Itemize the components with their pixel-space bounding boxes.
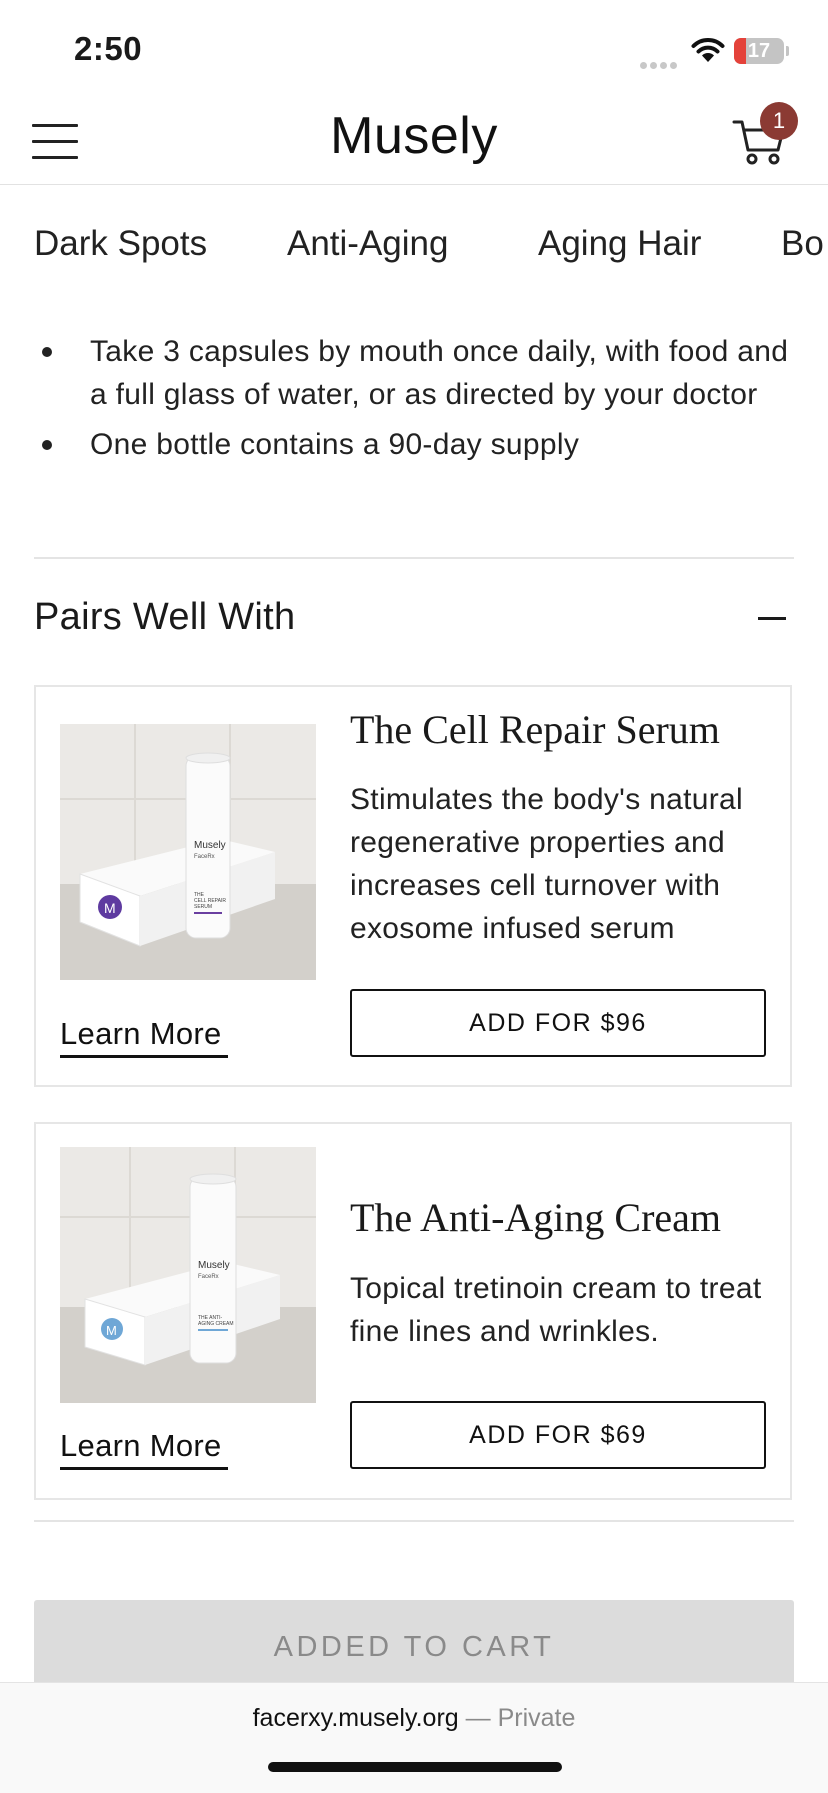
privacy-label: — Private <box>465 1704 576 1732</box>
svg-text:AGING CREAM: AGING CREAM <box>198 1321 234 1327</box>
add-to-cart-button[interactable]: ADD FOR $96 <box>350 989 766 1057</box>
section-divider <box>34 557 794 559</box>
photo-sub-text: FaceRx <box>198 1274 219 1280</box>
nav-item-aging-hair[interactable]: Aging Hair <box>538 224 701 264</box>
home-indicator[interactable] <box>268 1762 562 1772</box>
status-time: 2:50 <box>74 30 143 67</box>
photo-sub-text: FaceRx <box>194 854 215 860</box>
photo-brand-text: Musely <box>198 1260 230 1271</box>
directions-list: Take 3 capsules by mouth once daily, wit… <box>40 330 800 473</box>
cart-count-badge[interactable]: 1 <box>760 102 798 140</box>
svg-text:M: M <box>106 1323 117 1338</box>
bullet-dot <box>42 440 52 450</box>
list-item: Take 3 capsules by mouth once daily, wit… <box>40 330 800 416</box>
photo-brand-text: Musely <box>194 840 226 851</box>
nav-item-dark-spots[interactable]: Dark Spots <box>34 224 207 264</box>
cellular-signal-icon <box>640 56 680 74</box>
learn-more-underline <box>60 1055 228 1058</box>
product-title[interactable]: The Cell Repair Serum <box>350 706 720 753</box>
url-text: facerxy.musely.org <box>252 1704 459 1732</box>
product-title[interactable]: The Anti-Aging Cream <box>350 1194 721 1241</box>
list-item: One bottle contains a 90-day supply <box>40 423 800 466</box>
nav-item-partial[interactable]: Bo <box>781 224 824 264</box>
learn-more-underline <box>60 1467 228 1470</box>
browser-url-bar <box>0 1682 828 1793</box>
svg-text:M: M <box>104 900 116 916</box>
add-to-cart-button[interactable]: ADD FOR $69 <box>350 1401 766 1469</box>
cream-product-photo: M Musely FaceRx THE ANTI- AGING CREAM <box>60 1147 316 1403</box>
battery-icon: 17 <box>734 38 784 64</box>
collapse-minus-icon[interactable] <box>758 617 786 620</box>
direction-text: One bottle contains a 90-day supply <box>90 428 580 461</box>
pairs-section-title[interactable]: Pairs Well With <box>34 596 295 639</box>
serum-product-photo: M Musely FaceRx THE CELL REPAIR SERUM <box>60 724 316 980</box>
wifi-icon <box>691 38 725 62</box>
header-divider <box>0 184 828 185</box>
learn-more-link[interactable]: Learn More <box>60 1428 222 1464</box>
brand-logo[interactable]: Musely <box>0 106 828 166</box>
battery-cap <box>786 46 789 56</box>
bullet-dot <box>42 347 52 357</box>
direction-text: Take 3 capsules by mouth once daily, wit… <box>90 335 789 411</box>
category-nav: Dark Spots Anti-Aging Aging Hair Bo <box>0 224 828 272</box>
product-image[interactable]: M Musely FaceRx THE ANTI- AGING CREAM <box>60 1147 316 1403</box>
product-description: Stimulates the body's natural regenerati… <box>350 783 743 945</box>
url-field[interactable]: facerxy.musely.org — Private <box>0 1704 828 1733</box>
section-divider <box>34 1520 794 1522</box>
learn-more-link[interactable]: Learn More <box>60 1016 222 1052</box>
product-image[interactable]: M Musely FaceRx THE CELL REPAIR SERUM <box>60 724 316 980</box>
svg-text:SERUM: SERUM <box>194 904 212 910</box>
nav-item-anti-aging[interactable]: Anti-Aging <box>287 224 448 264</box>
battery-level: 17 <box>747 40 771 62</box>
product-description: Topical tretinoin cream to treat fine li… <box>350 1272 762 1348</box>
